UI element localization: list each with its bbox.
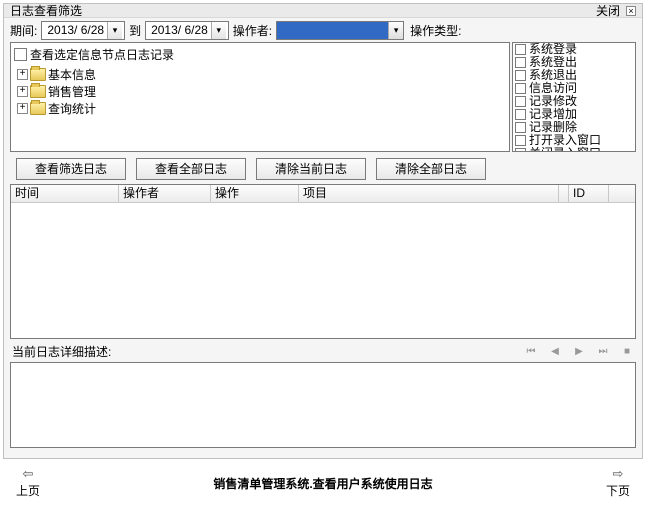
col-operator[interactable]: 操作者 (119, 185, 211, 202)
date-to-input[interactable]: 2013/ 6/28 ▾ (145, 21, 229, 40)
folder-icon (30, 68, 46, 81)
tree-panel: 查看选定信息节点日志记录 + 基本信息 + 销售管理 + 查询统计 (10, 42, 510, 152)
arrow-left-icon: ⇦ (19, 467, 37, 481)
col-blank[interactable] (559, 185, 569, 202)
date-from-value: 2013/ 6/28 (44, 23, 107, 37)
next-record-icon[interactable]: ▶ (572, 345, 586, 359)
prev-page-button[interactable]: ⇦ 上页 (16, 467, 40, 499)
tree: + 基本信息 + 销售管理 + 查询统计 (13, 66, 507, 117)
checkbox[interactable] (515, 70, 526, 81)
col-end[interactable] (609, 185, 635, 202)
stop-icon[interactable]: ■ (620, 345, 634, 359)
checkbox[interactable] (515, 57, 526, 68)
col-id[interactable]: ID (569, 185, 609, 202)
checkbox[interactable] (515, 109, 526, 120)
col-operation[interactable]: 操作 (211, 185, 299, 202)
detail-textarea[interactable] (10, 362, 636, 448)
log-grid: 时间 操作者 操作 项目 ID (10, 184, 636, 339)
folder-icon (30, 85, 46, 98)
close-group: 关闭 × (596, 4, 636, 18)
col-project[interactable]: 项目 (299, 185, 559, 202)
tree-node[interactable]: + 销售管理 (17, 83, 507, 100)
tree-node-label: 销售管理 (48, 83, 96, 100)
view-filtered-button[interactable]: 查看筛选日志 (16, 158, 126, 180)
grid-header: 时间 操作者 操作 项目 ID (11, 185, 635, 203)
detail-label: 当前日志详细描述: (12, 343, 111, 360)
next-page-button[interactable]: ⇨ 下页 (606, 467, 630, 499)
chevron-down-icon[interactable]: ▾ (211, 22, 226, 39)
checkbox[interactable] (515, 135, 526, 146)
operator-dropdown[interactable]: ▾ (276, 21, 404, 40)
to-label: 到 (129, 22, 141, 39)
tree-node-label: 查询统计 (48, 100, 96, 117)
checkbox-label: 查看选定信息节点日志记录 (30, 46, 174, 63)
checkbox[interactable] (515, 83, 526, 94)
arrow-right-icon: ⇨ (609, 467, 627, 481)
clear-all-button[interactable]: 清除全部日志 (376, 158, 486, 180)
expander-icon[interactable]: + (17, 103, 28, 114)
last-record-icon[interactable]: ⏭ (596, 345, 610, 359)
operator-label: 操作者: (233, 22, 272, 39)
optype-label: 操作类型: (410, 22, 461, 39)
close-icon[interactable]: × (626, 6, 636, 16)
clear-current-button[interactable]: 清除当前日志 (256, 158, 366, 180)
folder-icon (30, 102, 46, 115)
footer-title: 销售清单管理系统.查看用户系统使用日志 (213, 475, 432, 492)
tree-node[interactable]: + 查询统计 (17, 100, 507, 117)
chevron-down-icon[interactable]: ▾ (107, 22, 122, 39)
optype-item-label: 关闭录入窗口 (529, 147, 601, 152)
close-label[interactable]: 关闭 (596, 4, 620, 18)
optype-panel: 系统登录系统登出系统退出信息访问记录修改记录增加记录删除打开录入窗口关闭录入窗口… (512, 42, 636, 152)
record-nav: ⏮ ◀ ▶ ⏭ ■ (524, 345, 634, 359)
checkbox-view-selected[interactable] (14, 48, 27, 61)
prev-record-icon[interactable]: ◀ (548, 345, 562, 359)
expander-icon[interactable]: + (17, 86, 28, 97)
window-title: 日志查看筛选 (10, 4, 82, 18)
expander-icon[interactable]: + (17, 69, 28, 80)
view-all-button[interactable]: 查看全部日志 (136, 158, 246, 180)
period-label: 期间: (10, 22, 37, 39)
optype-item[interactable]: 关闭录入窗口 (513, 147, 635, 152)
checkbox[interactable] (515, 122, 526, 133)
checkbox[interactable] (515, 96, 526, 107)
checkbox[interactable] (515, 148, 526, 152)
checkbox[interactable] (515, 44, 526, 55)
col-time[interactable]: 时间 (11, 185, 119, 202)
date-to-value: 2013/ 6/28 (148, 23, 211, 37)
date-from-input[interactable]: 2013/ 6/28 ▾ (41, 21, 125, 40)
prev-page-label: 上页 (16, 482, 40, 499)
tree-node[interactable]: + 基本信息 (17, 66, 507, 83)
next-page-label: 下页 (606, 482, 630, 499)
chevron-down-icon[interactable]: ▾ (388, 22, 403, 39)
tree-node-label: 基本信息 (48, 66, 96, 83)
first-record-icon[interactable]: ⏮ (524, 345, 538, 359)
